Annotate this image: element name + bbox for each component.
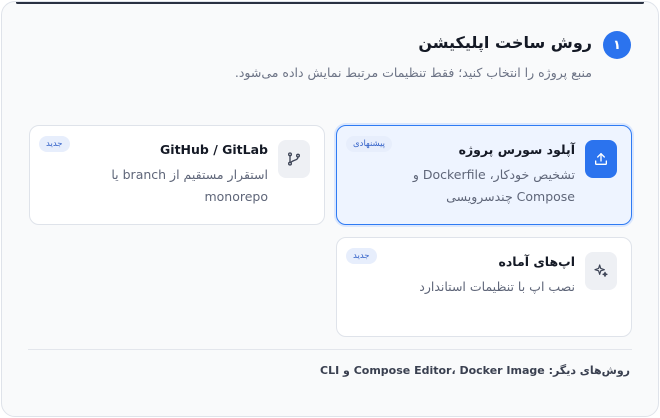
option-card-git[interactable]: GitHub / GitLab استقرار مستقیم از branch… [29, 125, 325, 225]
option-title: GitHub / GitLab [160, 142, 268, 157]
git-branch-icon [278, 140, 310, 178]
divider [28, 349, 632, 350]
step-number-badge: ۱ [603, 31, 631, 59]
option-card-upload-source[interactable]: آپلود سورس پروژه تشخیص خودکار، Dockerfil… [336, 125, 632, 225]
upload-icon [585, 140, 617, 178]
option-card-ready-apps[interactable]: اپ‌های آماده نصب اپ با تنظیمات استاندارد… [336, 237, 632, 337]
section-subtitle: منبع پروژه را انتخاب کنید؛ فقط تنظیمات م… [234, 65, 592, 80]
option-title: اپ‌های آماده [498, 254, 575, 269]
build-method-panel: ۱ روش ساخت اپلیکیشن منبع پروژه را انتخاب… [1, 1, 659, 417]
option-description: تشخیص خودکار، Dockerfile و Compose چندسر… [412, 167, 575, 204]
sparkle-icon [585, 252, 617, 290]
option-description: استقرار مستقیم از branch یا monorepo [111, 167, 268, 204]
section-title: روش ساخت اپلیکیشن [418, 33, 592, 52]
option-title: آپلود سورس پروژه [458, 142, 575, 157]
new-badge: جدید [39, 136, 70, 152]
other-methods-note: روش‌های دیگر: Compose Editor، Docker Ima… [320, 364, 630, 377]
recommended-badge: پیشنهادی [346, 136, 393, 152]
option-description: نصب اپ با تنظیمات استاندارد [419, 279, 575, 294]
new-badge: جدید [346, 248, 377, 264]
